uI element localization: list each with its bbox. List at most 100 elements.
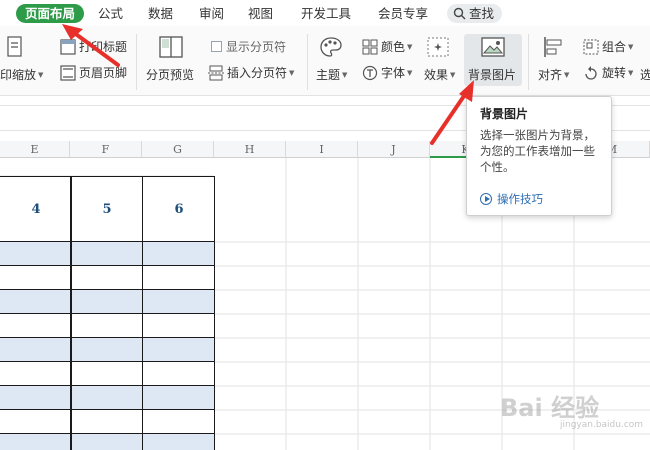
- ribbon-toolbar: 印缩放 ▼ 打印标题 页眉页脚 分页预览 显示分页符 插入分页符 ▼ 主题 ▼ 颜色 ▼: [0, 26, 650, 96]
- tab-view[interactable]: 视图: [248, 4, 273, 23]
- align-label: 对齐: [538, 68, 563, 82]
- table-cell[interactable]: [143, 338, 215, 362]
- table-cell[interactable]: [71, 290, 143, 314]
- baidu-watermark-url: jingyan.baidu.com: [560, 420, 644, 430]
- table-cell[interactable]: [71, 434, 143, 450]
- column-header-g[interactable]: G: [142, 141, 214, 158]
- column-header-j[interactable]: J: [358, 141, 430, 158]
- table-cell[interactable]: [0, 290, 71, 314]
- tooltip-description: 选择一张图片为背景，为您的工作表增加一些个性。: [480, 128, 595, 174]
- print-scale-button[interactable]: 印缩放 ▼: [0, 66, 43, 83]
- table-header-value-6: 6: [174, 202, 184, 217]
- table-cell[interactable]: [0, 434, 71, 450]
- table-cell[interactable]: [143, 434, 215, 450]
- tab-formulas[interactable]: 公式: [98, 4, 123, 23]
- menu-tab-bar: 页面布局 公式 数据 审阅 视图 开发工具 会员专享 查找: [0, 0, 650, 26]
- font-button[interactable]: 字体 ▼: [362, 64, 412, 81]
- header-footer-icon: [60, 64, 76, 81]
- table-cell[interactable]: [0, 386, 71, 410]
- background-image-label: 背景图片: [468, 68, 517, 82]
- table-cell[interactable]: [71, 338, 143, 362]
- table-cell[interactable]: [143, 290, 215, 314]
- insert-page-break-button[interactable]: 插入分页符 ▼: [208, 64, 294, 81]
- group-label: 组合: [602, 40, 627, 54]
- table-cell[interactable]: [143, 242, 215, 266]
- baidu-watermark: Bai 经验: [500, 394, 600, 422]
- print-title-label: 打印标题: [79, 40, 128, 54]
- rotate-button[interactable]: 旋转 ▼: [583, 64, 633, 81]
- align-icon: [543, 36, 565, 61]
- background-image-icon: [481, 37, 505, 60]
- color-label: 颜色: [381, 40, 406, 54]
- table-cell[interactable]: [0, 266, 71, 290]
- tab-review[interactable]: 审阅: [199, 4, 224, 23]
- table-cell[interactable]: [143, 314, 215, 338]
- insert-page-break-label: 插入分页符: [227, 66, 288, 80]
- column-header-h[interactable]: H: [214, 141, 286, 158]
- color-button[interactable]: 颜色 ▼: [362, 38, 412, 55]
- page-break-preview-label: 分页预览: [146, 68, 195, 82]
- print-scale-icon: [6, 36, 24, 61]
- theme-button[interactable]: 主题 ▼: [316, 66, 347, 83]
- table-cell[interactable]: [143, 266, 215, 290]
- tips-link[interactable]: 操作技巧: [480, 191, 543, 207]
- ribbon-divider: [136, 34, 137, 90]
- page-break-preview-icon: [159, 36, 183, 61]
- show-page-break-checkbox[interactable]: 显示分页符: [211, 38, 286, 55]
- group-icon: [583, 39, 599, 54]
- tab-page-layout[interactable]: 页面布局: [16, 4, 85, 23]
- checkbox-box: [211, 41, 222, 52]
- table-cell[interactable]: [143, 410, 215, 434]
- table-header-value-4: 4: [31, 202, 41, 217]
- tips-link-label: 操作技巧: [497, 192, 543, 206]
- table-header-value-5: 5: [102, 202, 112, 217]
- color-grid-icon: [362, 39, 378, 54]
- ribbon-divider: [528, 34, 529, 90]
- table-cell[interactable]: [71, 266, 143, 290]
- table-cell[interactable]: [0, 314, 71, 338]
- table-cell[interactable]: [143, 386, 215, 410]
- rotate-icon: [585, 65, 597, 80]
- theme-label: 主题: [316, 68, 341, 82]
- tab-developer[interactable]: 开发工具: [301, 4, 351, 23]
- show-page-break-label: 显示分页符: [226, 40, 287, 54]
- print-title-button[interactable]: 打印标题: [60, 38, 127, 55]
- table-cell[interactable]: [71, 410, 143, 434]
- effect-button[interactable]: 效果 ▼: [424, 66, 455, 83]
- effect-label: 效果: [424, 68, 449, 82]
- column-header-i[interactable]: I: [286, 141, 358, 158]
- font-label: 字体: [381, 66, 406, 80]
- table-cell[interactable]: [0, 362, 71, 386]
- tab-member[interactable]: 会员专享: [378, 4, 428, 23]
- effect-icon: [427, 37, 449, 60]
- palette-icon: [319, 36, 343, 61]
- table-cell[interactable]: [0, 410, 71, 434]
- insert-page-break-icon: [208, 65, 224, 80]
- play-circle-icon: [480, 193, 492, 205]
- table-cell[interactable]: [0, 242, 71, 266]
- font-icon: [362, 65, 378, 80]
- header-footer-label: 页眉页脚: [79, 66, 128, 80]
- table-cell[interactable]: [143, 362, 215, 386]
- table-cell[interactable]: [71, 242, 143, 266]
- rotate-label: 旋转: [602, 66, 627, 80]
- search-label: 查找: [469, 6, 495, 21]
- page-break-preview-button[interactable]: 分页预览: [146, 66, 194, 83]
- align-button[interactable]: 对齐 ▼: [538, 66, 569, 83]
- table-cell[interactable]: [71, 362, 143, 386]
- header-footer-button[interactable]: 页眉页脚: [60, 64, 127, 81]
- column-header-f[interactable]: F: [70, 141, 142, 158]
- column-header-e[interactable]: E: [0, 141, 70, 158]
- print-title-icon: [60, 38, 76, 55]
- background-image-tooltip: 背景图片 选择一张图片为背景，为您的工作表增加一些个性。 操作技巧: [466, 96, 612, 216]
- tab-data[interactable]: 数据: [148, 4, 173, 23]
- group-button[interactable]: 组合 ▼: [583, 38, 633, 55]
- table-cell[interactable]: [0, 338, 71, 362]
- table-cell[interactable]: [71, 314, 143, 338]
- table-cell[interactable]: [71, 386, 143, 410]
- print-scale-label: 印缩放: [0, 68, 37, 82]
- search-icon: [453, 7, 466, 20]
- ribbon-divider: [307, 34, 308, 90]
- select-pane-button[interactable]: 选: [640, 66, 650, 83]
- search-button[interactable]: 查找: [447, 4, 503, 23]
